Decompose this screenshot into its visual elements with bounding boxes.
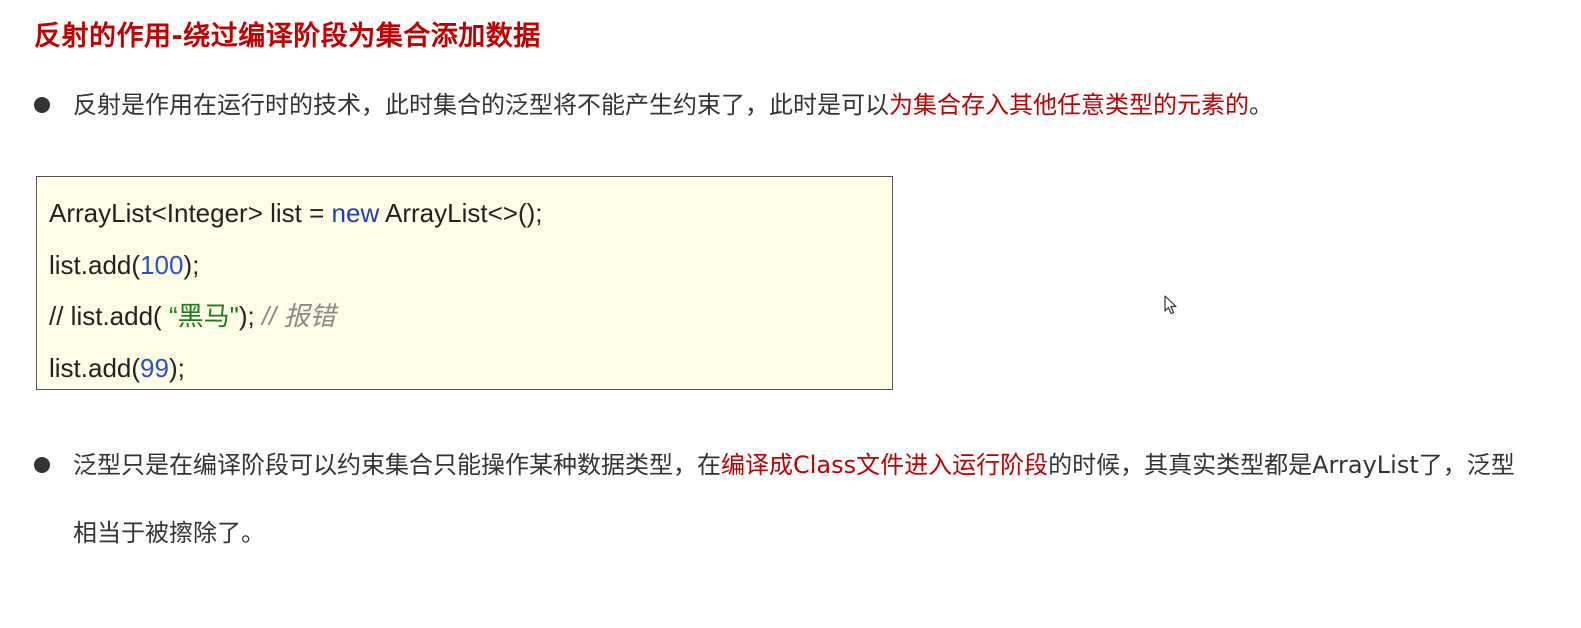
code-text: ); <box>238 301 262 331</box>
code-text: list.add( <box>49 352 141 383</box>
bullet-text-highlight: 编译成Class文件进入运行阶段 <box>721 451 1049 479</box>
code-line: list.add(100); <box>49 243 892 295</box>
bullet-dot-icon <box>34 97 50 113</box>
code-keyword: new <box>331 198 380 228</box>
mouse-pointer-icon <box>1164 295 1177 315</box>
code-block: ArrayList<Integer> list = new ArrayList<… <box>36 176 893 390</box>
code-text: ArrayList<Integer> list = <box>49 198 332 228</box>
code-number: 99 <box>140 352 169 383</box>
code-comment: // 报错 <box>261 301 336 331</box>
bullet-point-generics-erasure: 泛型只是在编译阶段可以约束集合只能操作某种数据类型，在编译成Class文件进入运… <box>34 446 1533 567</box>
code-line: list.add(99); <box>49 346 892 398</box>
bullet-text: 反射是作用在运行时的技术，此时集合的泛型将不能产生约束了，此时是可以为集合存入其… <box>73 86 1273 124</box>
bullet-text-prefix: 反射是作用在运行时的技术，此时集合的泛型将不能产生约束了，此时是可以 <box>73 91 889 119</box>
code-line: ArrayList<Integer> list = new ArrayList<… <box>49 191 892 243</box>
bullet-text-highlight: 为集合存入其他任意类型的元素的 <box>889 91 1249 119</box>
bullet-text-prefix: 泛型只是在编译阶段可以约束集合只能操作某种数据类型，在 <box>73 451 721 479</box>
code-text: ); <box>168 352 185 383</box>
bullet-text: 泛型只是在编译阶段可以约束集合只能操作某种数据类型，在编译成Class文件进入运… <box>73 431 1533 567</box>
bullet-point-reflection: 反射是作用在运行时的技术，此时集合的泛型将不能产生约束了，此时是可以为集合存入其… <box>34 86 1273 124</box>
bullet-text-suffix: 。 <box>1249 91 1273 119</box>
code-text: list.add( <box>49 249 141 280</box>
page-title: 反射的作用-绕过编译阶段为集合添加数据 <box>34 21 541 52</box>
bullet-dot-icon <box>34 457 50 473</box>
code-text: // list.add( <box>49 301 169 331</box>
code-string: “黑马" <box>168 301 239 331</box>
code-number: 100 <box>140 249 184 280</box>
code-text: ); <box>183 249 200 280</box>
code-text: ArrayList<>(); <box>379 198 543 228</box>
code-line: // list.add( “黑马"); // 报错 <box>49 294 892 346</box>
